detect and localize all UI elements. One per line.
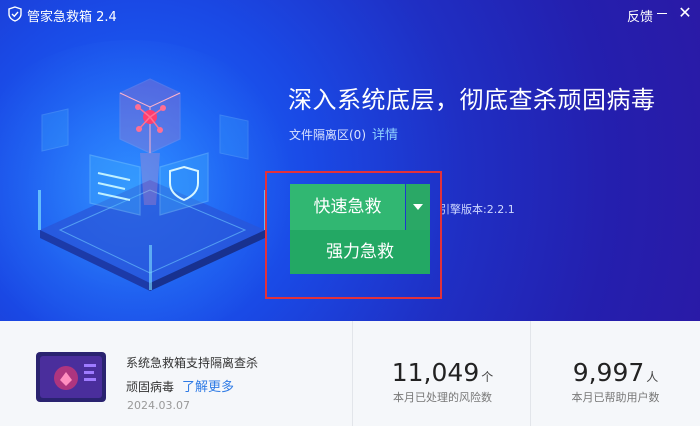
quarantine-row: 文件隔离区(0) 详情 (289, 124, 398, 143)
news-thumbnail (36, 352, 106, 402)
stat-label: 本月已处理的风险数 (393, 391, 492, 404)
headline: 深入系统底层，彻底查杀顽固病毒 (288, 86, 656, 114)
security-illustration (38, 78, 267, 291)
stat-unit: 人 (646, 370, 659, 384)
details-link[interactable]: 详情 (372, 128, 398, 143)
risks-handled-stat: 11,049 个 本月已处理的风险数 (355, 358, 530, 405)
news-title-line2: 顽固病毒 (126, 380, 175, 394)
minimize-icon[interactable] (653, 3, 671, 23)
stat-unit: 个 (481, 370, 494, 384)
close-icon[interactable]: ✕ (676, 4, 694, 22)
news-title-cont: 顽固病毒 了解更多 (126, 376, 234, 395)
stat-value: 9,997 (572, 358, 645, 387)
learn-more-link[interactable]: 了解更多 (182, 380, 234, 395)
titlebar: 管家急救箱 2.4 反馈 ✕ (0, 0, 700, 28)
stat-value: 11,049 (391, 358, 480, 387)
hero-banner: 管家急救箱 2.4 反馈 ✕ 深入系统底层，彻底查杀顽固病毒 文件隔离区(0) … (0, 0, 700, 321)
news-date: 2024.03.07 (127, 399, 190, 412)
rescue-toolbox-window: 管家急救箱 2.4 反馈 ✕ 深入系统底层，彻底查杀顽固病毒 文件隔离区(0) … (0, 0, 700, 426)
divider (352, 321, 353, 426)
feedback-link[interactable]: 反馈 (627, 6, 653, 25)
bottom-panel: 系统急救箱支持隔离查杀 顽固病毒 了解更多 2024.03.07 11,049 个 … (0, 321, 700, 426)
shield-icon (8, 6, 22, 22)
news-title: 系统急救箱支持隔离查杀 (126, 356, 259, 370)
stat-label: 本月已帮助用户数 (571, 391, 660, 404)
app-title: 管家急救箱 2.4 (27, 10, 117, 25)
engine-version: 引擎版本:2.2.1 (439, 203, 515, 216)
highlight-box (265, 171, 442, 299)
quarantine-label: 文件隔离区(0) (289, 128, 366, 142)
users-helped-stat: 9,997 人 本月已帮助用户数 (531, 358, 700, 405)
